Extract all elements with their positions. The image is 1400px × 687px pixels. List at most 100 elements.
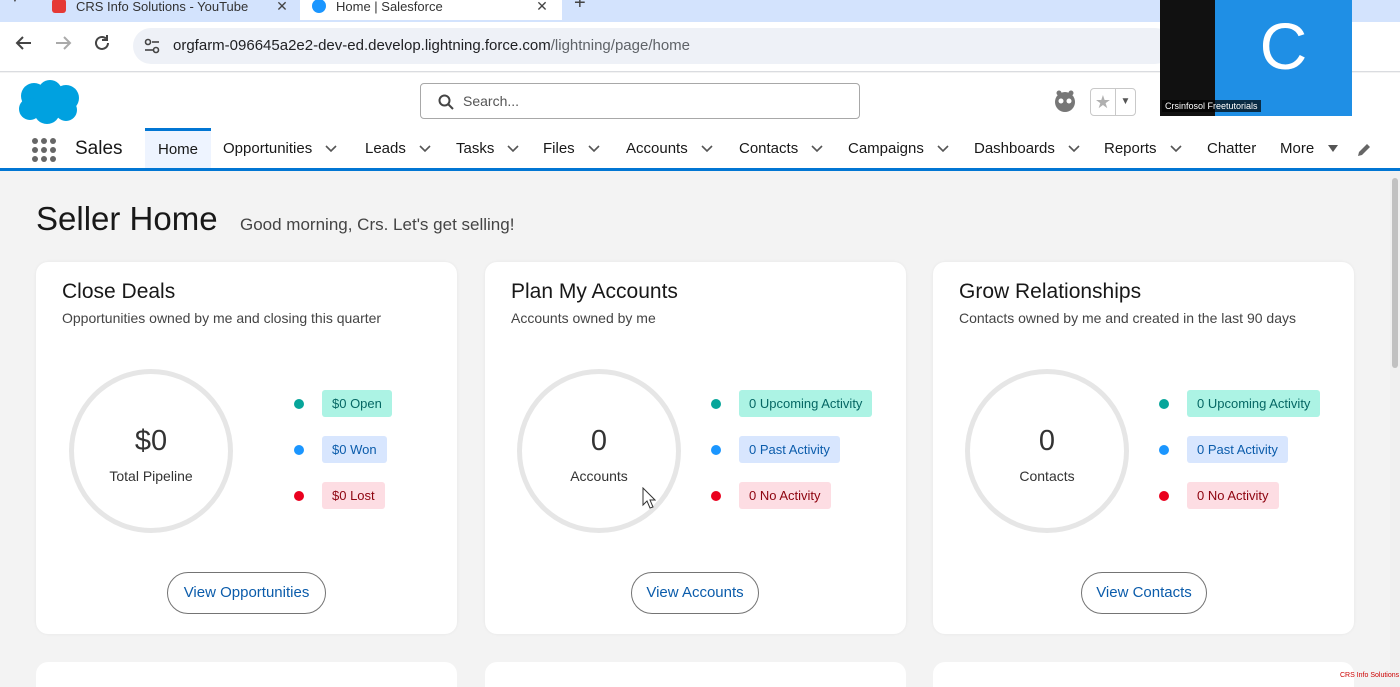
forward-arrow-icon[interactable]: [51, 34, 75, 58]
card-title: Close Deals: [62, 280, 176, 303]
legend-dot-blue: [294, 444, 304, 455]
legend-dot-red: [294, 490, 304, 501]
legend-pill[interactable]: $0 Lost: [322, 482, 385, 509]
nav-tab-label: Opportunities: [223, 139, 313, 157]
greeting-text: Good morning, Crs. Let's get selling!: [240, 215, 515, 234]
nav-tab-opportunities[interactable]: Opportunities: [223, 128, 338, 168]
card-title: Plan My Accounts: [511, 280, 678, 303]
legend-pill[interactable]: 0 Past Activity: [739, 436, 840, 463]
nav-tab-more[interactable]: More: [1280, 128, 1340, 168]
card-title: Grow Relationships: [959, 280, 1142, 303]
url-domain: orgfarm-096645a2e2-dev-ed.develop.lightn…: [173, 37, 551, 54]
einstein-assistant-icon[interactable]: [1052, 88, 1078, 114]
view-accounts-button[interactable]: View Accounts: [631, 572, 759, 614]
legend-pill[interactable]: $0 Open: [322, 390, 392, 417]
nav-tab-label: Contacts: [739, 139, 799, 157]
avatar-letter: C: [1259, 9, 1308, 83]
page-title: Seller Home: [36, 200, 218, 237]
browser-tab-salesforce[interactable]: Home | Salesforce ✕: [300, 0, 562, 20]
nav-tab-reports[interactable]: Reports: [1104, 128, 1183, 168]
nav-tab-dashboards[interactable]: Dashboards: [974, 128, 1081, 168]
url-text: orgfarm-096645a2e2-dev-ed.develop.lightn…: [173, 37, 690, 54]
nav-tab-files[interactable]: Files: [543, 128, 601, 168]
scrollbar-thumb[interactable]: [1392, 178, 1398, 368]
favorites-star-icon[interactable]: ★: [1091, 89, 1116, 115]
legend-pill[interactable]: 0 No Activity: [1187, 482, 1279, 509]
accounts-ring: 0 Accounts: [517, 369, 681, 533]
chevron-down-icon[interactable]: [1067, 141, 1081, 155]
caret-down-icon[interactable]: [1326, 141, 1340, 155]
page-scrollbar[interactable]: [1390, 172, 1400, 687]
edit-nav-pencil-icon[interactable]: [1356, 142, 1372, 158]
app-navigation-bar: Sales Home Opportunities Leads Tasks Fil…: [0, 128, 1400, 171]
browser-tab-title: Home | Salesforce: [336, 0, 443, 14]
favorites-dropdown-icon[interactable]: ▼: [1116, 89, 1135, 115]
chevron-down-icon[interactable]: [324, 141, 338, 155]
total-pipeline-ring: $0 Total Pipeline: [69, 369, 233, 533]
reload-icon[interactable]: [90, 34, 114, 58]
watermark-text: CRS Info Solutions: [1340, 672, 1400, 679]
global-search-input[interactable]: Search...: [420, 83, 860, 119]
legend-dot-green: [294, 398, 304, 409]
chevron-down-icon[interactable]: [1169, 141, 1183, 155]
chevron-down-icon[interactable]: [587, 141, 601, 155]
ring-value: $0: [134, 425, 168, 457]
new-tab-icon[interactable]: +: [574, 0, 586, 15]
salesforce-logo-icon[interactable]: [16, 79, 82, 125]
app-launcher-icon[interactable]: [32, 138, 56, 162]
legend-pill[interactable]: $0 Won: [322, 436, 387, 463]
nav-tab-label: Tasks: [456, 139, 495, 157]
legend-pill[interactable]: 0 Past Activity: [1187, 436, 1288, 463]
legend-dot-green: [1159, 398, 1169, 409]
chevron-down-icon[interactable]: [810, 141, 824, 155]
legend-dot-green: [711, 398, 721, 409]
legend-pill[interactable]: 0 Upcoming Activity: [739, 390, 873, 417]
next-card-partial: [485, 662, 906, 687]
webcam-overlay: C Crsinfosol Freetutorials: [1160, 0, 1352, 116]
chevron-down-icon[interactable]: [700, 141, 714, 155]
address-bar[interactable]: orgfarm-096645a2e2-dev-ed.develop.lightn…: [133, 28, 1173, 64]
nav-tab-home[interactable]: Home: [145, 128, 212, 168]
nav-tab-contacts[interactable]: Contacts: [739, 128, 824, 168]
salesforce-favicon-icon: [312, 0, 326, 13]
ring-label: Contacts: [1019, 468, 1075, 484]
chevron-down-icon[interactable]: [936, 141, 950, 155]
back-arrow-icon[interactable]: [12, 34, 36, 58]
legend-row: $0 Won: [294, 436, 387, 463]
site-settings-icon[interactable]: [143, 37, 161, 55]
legend-row: $0 Lost: [294, 482, 385, 509]
legend-row: 0 Upcoming Activity: [711, 390, 873, 417]
legend-row: 0 Past Activity: [711, 436, 840, 463]
chevron-down-icon[interactable]: [506, 141, 520, 155]
search-icon: [438, 94, 454, 110]
contacts-ring: 0 Contacts: [965, 369, 1129, 533]
view-opportunities-button[interactable]: View Opportunities: [167, 572, 326, 614]
nav-tab-accounts[interactable]: Accounts: [626, 128, 714, 168]
legend-dot-blue: [1159, 444, 1169, 455]
nav-tab-campaigns[interactable]: Campaigns: [848, 128, 950, 168]
nav-tab-label: Home: [158, 141, 199, 158]
url-path: /lightning/page/home: [550, 37, 691, 54]
browser-tab-youtube[interactable]: CRS Info Solutions - YouTube ✕: [40, 0, 302, 20]
legend-row: 0 Past Activity: [1159, 436, 1288, 463]
close-tab-icon[interactable]: ✕: [274, 0, 290, 15]
nav-tab-label: Accounts: [626, 139, 688, 157]
nav-tab-label: Files: [543, 139, 575, 157]
nav-tab-chatter[interactable]: Chatter: [1207, 128, 1256, 168]
next-card-partial: [36, 662, 457, 687]
legend-pill[interactable]: 0 No Activity: [739, 482, 831, 509]
chevron-down-icon[interactable]: [418, 141, 432, 155]
legend-row: $0 Open: [294, 390, 392, 417]
browser-tab-title: CRS Info Solutions - YouTube: [76, 0, 249, 14]
nav-tab-label: Campaigns: [848, 139, 924, 157]
nav-tab-tasks[interactable]: Tasks: [456, 128, 520, 168]
tab-search-chevron-icon[interactable]: ▼: [10, 0, 20, 5]
view-contacts-button[interactable]: View Contacts: [1081, 572, 1207, 614]
close-tab-icon[interactable]: ✕: [534, 0, 550, 15]
nav-tab-leads[interactable]: Leads: [365, 128, 432, 168]
youtube-favicon-icon: [52, 0, 66, 13]
legend-pill[interactable]: 0 Upcoming Activity: [1187, 390, 1321, 417]
legend-row: 0 Upcoming Activity: [1159, 390, 1321, 417]
legend-dot-red: [1159, 490, 1169, 501]
favorites-button-group[interactable]: ★ ▼: [1090, 88, 1136, 116]
